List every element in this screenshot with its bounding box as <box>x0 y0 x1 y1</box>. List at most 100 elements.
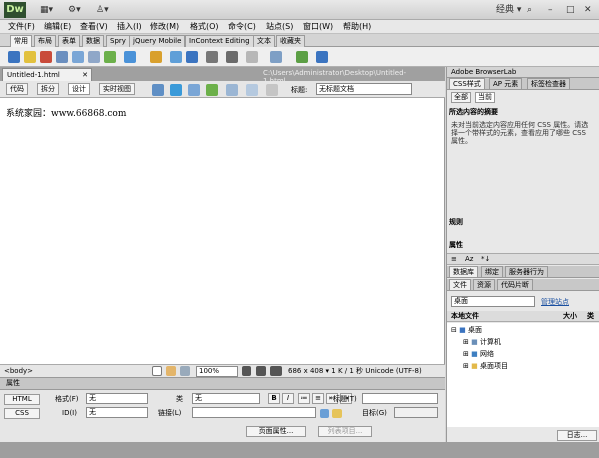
insert-tab-common[interactable]: 常用 <box>10 35 32 47</box>
tree-item-desktop-items[interactable]: ⊞ ■ 桌面项目 <box>463 361 508 371</box>
menu-format[interactable]: 格式(O) <box>190 20 219 34</box>
table-icon[interactable] <box>72 51 84 63</box>
properties-header[interactable]: 属性 <box>0 378 445 390</box>
column-local-files[interactable]: 本地文件 <box>451 311 479 321</box>
menu-help[interactable]: 帮助(H) <box>343 20 371 34</box>
tab-assets[interactable]: 资源 <box>473 279 495 290</box>
unordered-list-button[interactable]: ≔ <box>298 393 310 404</box>
search-icon[interactable]: ⌕ <box>527 3 532 17</box>
set-properties-icon[interactable]: *↓ <box>481 254 490 264</box>
menu-insert[interactable]: 插入(I) <box>117 20 142 34</box>
desktop-size-icon[interactable] <box>270 366 282 376</box>
minimize-button[interactable]: – <box>548 3 553 17</box>
subtab-all[interactable]: 全部 <box>451 92 471 103</box>
class-select[interactable]: 无 <box>192 393 260 404</box>
document-tab[interactable]: Untitled-1.html ✕ <box>2 68 92 81</box>
menu-view[interactable]: 查看(V) <box>80 20 108 34</box>
template-icon[interactable] <box>246 51 258 63</box>
browser-preview-icon[interactable] <box>170 84 182 96</box>
id-select[interactable]: 无 <box>86 407 148 418</box>
menu-commands[interactable]: 命令(C) <box>228 20 256 34</box>
close-icon[interactable]: ✕ <box>82 69 88 81</box>
menu-site[interactable]: 站点(S) <box>266 20 293 34</box>
zoom-select[interactable]: 100% <box>196 366 238 377</box>
tablet-size-icon[interactable] <box>256 366 266 376</box>
insert-tab-layout[interactable]: 布局 <box>34 35 56 47</box>
menu-window[interactable]: 窗口(W) <box>303 20 333 34</box>
tab-snippets[interactable]: 代码片断 <box>497 279 533 290</box>
menu-modify[interactable]: 修改(M) <box>150 20 179 34</box>
subtab-current[interactable]: 当前 <box>475 92 495 103</box>
user-icon[interactable]: ♙▾ <box>96 3 109 17</box>
reload-icon[interactable] <box>266 84 278 96</box>
insert-tab-data[interactable]: 数据 <box>82 35 104 47</box>
manage-sites-link[interactable]: 管理站点 <box>541 297 569 307</box>
tree-item-network[interactable]: ⊞ ■ 网络 <box>463 349 494 359</box>
visual-aids-icon[interactable] <box>226 84 238 96</box>
div-icon[interactable] <box>88 51 100 63</box>
page-properties-button[interactable]: 页面属性... <box>246 426 306 437</box>
email-link-icon[interactable] <box>24 51 36 63</box>
script-icon[interactable] <box>226 51 238 63</box>
form-icon[interactable] <box>296 51 308 63</box>
log-button[interactable]: 日志... <box>557 430 597 441</box>
bold-button[interactable]: B <box>268 393 280 404</box>
multiscreen-icon[interactable] <box>152 84 164 96</box>
sort-az-icon[interactable]: Az <box>465 254 473 264</box>
tab-files[interactable]: 文件 <box>449 279 471 290</box>
tree-item-computer[interactable]: ⊞ ■ 计算机 <box>463 337 501 347</box>
tag-chooser-icon[interactable] <box>270 51 282 63</box>
browse-folder-icon[interactable] <box>332 409 342 418</box>
site-location-select[interactable]: 桌面 <box>451 296 535 307</box>
named-anchor-icon[interactable] <box>40 51 52 63</box>
format-select[interactable]: 无 <box>86 393 148 404</box>
live-view-button[interactable]: 实时视图 <box>99 83 135 95</box>
hand-icon[interactable] <box>166 366 176 376</box>
zoom-icon[interactable] <box>180 366 190 376</box>
browserlab-panel-header[interactable]: Adobe BrowserLab <box>447 67 599 78</box>
ordered-list-button[interactable]: ≡ <box>312 393 324 404</box>
tab-databases[interactable]: 数据库 <box>449 266 478 277</box>
horizontal-rule-icon[interactable] <box>56 51 68 63</box>
tab-css-styles[interactable]: CSS样式 <box>449 78 485 89</box>
tree-item-desktop[interactable]: ⊟ ■ 桌面 <box>451 325 482 335</box>
category-view-icon[interactable]: ≡ <box>451 254 457 264</box>
title-input[interactable]: 无标题文档 <box>316 83 412 95</box>
insert-tab-incontext[interactable]: InContext Editing <box>185 35 254 47</box>
list-item-button[interactable]: 列表项目... <box>318 426 372 437</box>
refresh-icon[interactable] <box>246 84 258 96</box>
date-icon[interactable] <box>150 51 162 63</box>
css-mode-button[interactable]: CSS <box>4 408 40 419</box>
layout-menu-button[interactable]: ▦▾ <box>40 3 53 17</box>
hyperlink-icon[interactable] <box>8 51 20 63</box>
design-canvas[interactable]: 系统家园：www.66868.com <box>0 98 445 364</box>
column-size[interactable]: 大小 <box>563 311 577 321</box>
split-view-button[interactable]: 拆分 <box>37 83 59 95</box>
tab-bindings[interactable]: 绑定 <box>481 266 503 277</box>
mobile-size-icon[interactable] <box>242 366 251 376</box>
server-include-icon[interactable] <box>170 51 182 63</box>
workspace-switcher[interactable]: 经典 ▾ <box>496 3 521 17</box>
file-management-icon[interactable] <box>188 84 200 96</box>
insert-tab-forms[interactable]: 表单 <box>58 35 80 47</box>
link-input[interactable] <box>192 407 316 418</box>
pointer-icon[interactable] <box>152 366 162 376</box>
gear-icon[interactable]: ⚙▾ <box>68 3 81 17</box>
tag-selector[interactable]: <body> <box>4 366 33 376</box>
insert-tab-favorites[interactable]: 收藏夹 <box>276 35 305 47</box>
head-icon[interactable] <box>206 51 218 63</box>
tab-ap-elements[interactable]: AP 元素 <box>489 78 523 89</box>
insert-tab-jquery-mobile[interactable]: jQuery Mobile <box>129 35 186 47</box>
image-icon[interactable] <box>104 51 116 63</box>
maximize-button[interactable]: □ <box>566 3 575 17</box>
italic-button[interactable]: I <box>282 393 294 404</box>
html-mode-button[interactable]: HTML <box>4 394 40 405</box>
check-page-icon[interactable] <box>206 84 218 96</box>
customize-icon[interactable] <box>316 51 328 63</box>
insert-tab-spry[interactable]: Spry <box>106 35 130 47</box>
tab-tag-inspector[interactable]: 标签检查器 <box>527 78 570 89</box>
close-button[interactable]: ✕ <box>584 3 592 17</box>
link-title-input[interactable] <box>362 393 438 404</box>
tab-server-behaviors[interactable]: 服务器行为 <box>505 266 548 277</box>
page-content-text[interactable]: 系统家园：www.66868.com <box>6 106 126 119</box>
